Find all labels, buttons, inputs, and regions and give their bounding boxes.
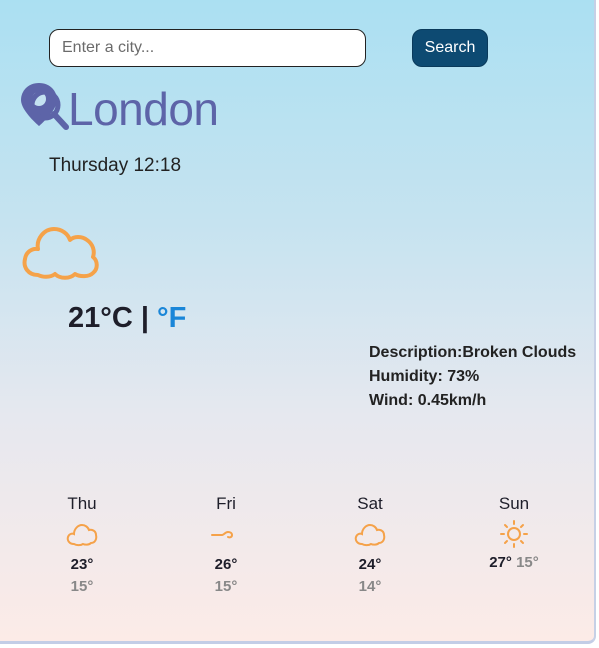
wind-value: 0.45km/h (417, 392, 487, 409)
fahrenheit-link[interactable]: °F (157, 302, 186, 334)
current-temperature: 21°C | °F (68, 302, 186, 335)
forecast-min: 15° (214, 578, 238, 595)
forecast-temps: 24° 14° (330, 554, 410, 598)
description-value: Broken Clouds (462, 344, 577, 361)
temperature-value: 21 (68, 302, 101, 334)
celsius-unit[interactable]: °C (100, 302, 133, 334)
wind-icon (211, 530, 234, 539)
forecast-day-name: Sun (498, 494, 530, 513)
forecast-day-name: Fri (216, 494, 236, 513)
forecast-temps: 27° 15° (474, 554, 554, 571)
forecast-min: 14° (358, 578, 382, 595)
wind-row: Wind: 0.45km/h (369, 392, 487, 409)
forecast-min: 15° (516, 554, 539, 571)
forecast-temps: 26° 15° (186, 554, 266, 598)
unit-separator: | (132, 302, 158, 334)
broken-clouds-icon (22, 227, 99, 280)
forecast-day-thu: Thu 23° 15° (42, 494, 122, 598)
humidity-row: Humidity: 73% (369, 368, 480, 385)
forecast-max: 23° (70, 556, 94, 573)
current-datetime: Thursday 12:18 (49, 155, 182, 176)
weather-details: Description:Broken Clouds Humidity: 73% … (369, 344, 576, 416)
forecast-day-sat: Sat 24° 14° (330, 494, 410, 598)
forecast-day-name: Sat (357, 494, 383, 513)
city-name: London (68, 83, 219, 135)
forecast-min: 15° (70, 578, 94, 595)
weather-card: Search London Thursday 12:18 21°C | °F D… (0, 0, 596, 644)
forecast-day-sun: Sun 27° 15° (474, 494, 554, 571)
location-search-icon (21, 83, 69, 130)
forecast-day-fri: Fri 26° 15° (186, 494, 266, 598)
forecast-day-name: Thu (67, 494, 97, 513)
forecast-max: 27° (489, 554, 512, 571)
description-row: Description:Broken Clouds (369, 344, 577, 361)
cloud-icon (66, 523, 98, 547)
search-button[interactable]: Search (412, 29, 488, 67)
forecast-temps: 23° 15° (42, 554, 122, 598)
cloud-icon (354, 523, 386, 547)
forecast-max: 24° (358, 556, 382, 573)
forecast-max: 26° (214, 556, 238, 573)
sun-icon (500, 520, 528, 548)
city-search-input[interactable] (49, 29, 366, 67)
humidity-value: 73% (447, 368, 480, 385)
